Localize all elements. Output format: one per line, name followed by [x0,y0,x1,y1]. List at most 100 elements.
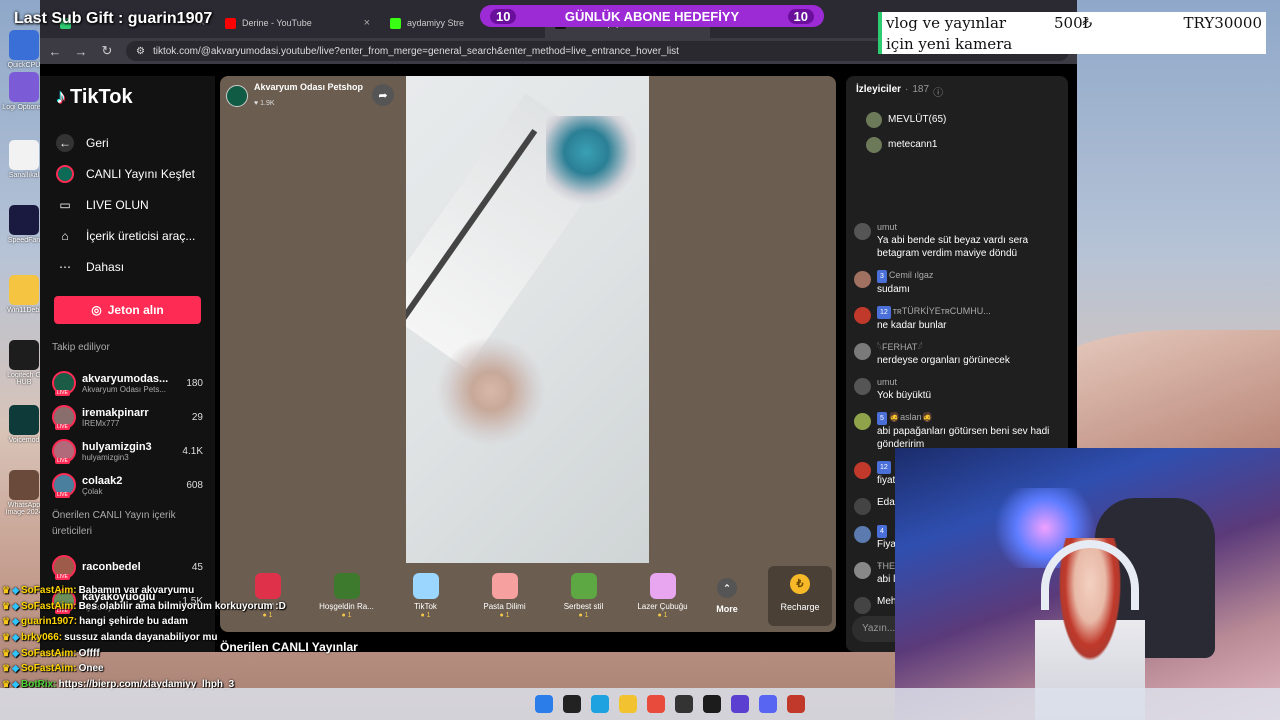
app-icon [9,470,39,500]
back-icon[interactable]: ← [48,44,62,59]
sidebar-nav-item[interactable]: ⌂ İçerik üreticisi araç... [52,220,203,251]
avatar[interactable] [52,371,76,396]
followed-account[interactable]: iremakpinarrİREMx777 29 [52,400,203,434]
taskbar-app-icon[interactable] [535,695,553,713]
gift-item[interactable]: Pasta Dilimi ● 1 [465,573,544,619]
tiktok-logo[interactable]: ♪ TikTok [56,86,203,109]
gift-item[interactable]: Serbest stil ● 1 [544,573,623,619]
followed-account[interactable]: raconbedel 45 [52,550,203,584]
gift-name: Lazer Çubuğu [637,602,688,611]
account-names: iremakpinarr İREMx777 [82,407,186,428]
overlay-chat-text: sussuz alanda dayanabiliyor mu [64,632,218,644]
tab-close-icon[interactable]: × [364,17,370,29]
chat-avatar [854,498,871,515]
last-sub-gift-overlay: Last Sub Gift : guarin1907 [14,10,213,27]
taskbar-app-icon[interactable] [619,695,637,713]
chat-avatar [854,597,871,614]
webcam-overlay [895,448,1280,720]
viewer-avatar [866,136,882,153]
taskbar-app-icon[interactable] [787,695,805,713]
gift-price: ● 1 [420,612,431,619]
viewer-count: 29 [191,411,203,423]
share-icon[interactable]: ➦ [372,84,394,106]
sidebar-nav-item[interactable]: ← Geri [52,127,203,158]
sidebar-nav-item[interactable]: ⋯ Dahası [52,251,203,282]
sidebar-nav-item[interactable]: ▭ LIVE OLUN [52,189,203,220]
viewer-row[interactable]: metecann1 [846,132,1068,157]
browser-tab[interactable]: Derine - YouTube × [215,8,380,38]
taskbar-app-icon[interactable] [731,695,749,713]
avatar[interactable] [52,439,76,464]
gift-icon [412,573,439,599]
overlay-chat-line: ♛ ◆ guarin1907: hangi şehirde bu adam [2,614,286,630]
level-badge: 4 [877,525,887,538]
taskbar-app-icon[interactable] [703,695,721,713]
gift-item[interactable]: Hoşgeldin Ra... ● 1 [307,573,386,619]
goal-target: 10 [787,8,814,24]
chat-message[interactable]: 5 🧔aslan🧔 abi papağanları götürsen beni se… [846,411,1068,451]
sidebar-nav-label: İçerik üreticisi araç... [86,228,196,243]
host-likes: ♥ 1.9K [254,100,275,107]
diamond-icon: ◆ [12,663,19,674]
coin-icon: ◎ [91,303,102,317]
taskbar-app-icon[interactable] [675,695,693,713]
info-icon[interactable]: ⓘ [933,84,943,99]
get-coins-button[interactable]: ◎ Jeton alın [54,296,201,324]
goal-box-line2: için yeni kamera [886,35,1013,53]
chat-message-body: 3 Cemil ılgaz sudamı [877,269,933,296]
chat-username-line: 3 Cemil ılgaz [877,269,933,283]
taskbar-app-icon[interactable] [759,695,777,713]
app-icon [9,275,39,305]
chat-message[interactable]: 3 Cemil ılgaz sudamı [846,269,1068,296]
url-text: tiktok.com/@akvaryumodasi.youtube/live?e… [152,45,679,57]
site-info-icon[interactable]: ⚙ [136,46,145,57]
viewer-row[interactable]: MEVLÜT(65) [846,107,1068,132]
host-info[interactable]: Akvaryum Odası Petshop ♥ 1.9K [226,82,363,110]
gift-item[interactable]: Lazer Çubuğu ● 1 [623,573,702,619]
taskbar-app-icon[interactable] [591,695,609,713]
chat-username-line: umut [877,221,1060,234]
host-avatar[interactable] [226,85,248,107]
chat-username-line: 12 ᴛʀTÜRKİYEᴛʀCUMHU... [877,305,991,319]
sidebar-nav-item[interactable]: CANLI Yayını Keşfet [52,158,203,189]
followed-account[interactable]: colaak2Çolak 608 [52,468,203,502]
overlay-chat-text: Bes olabilir ama bilmiyorum korkuyorum :… [78,600,286,612]
chat-message[interactable]: 𓆩FERHAT𓆪 nerdeyse organları görünecek [846,341,1068,367]
taskbar-app-icon[interactable] [647,695,665,713]
chat-text: Yok büyüktü [877,390,932,401]
crown-icon: ♛ [2,600,11,611]
recharge-button[interactable]: ₺ Recharge [768,566,832,626]
recharge-label: Recharge [780,602,820,612]
host-name: Akvaryum Odası Petshop [254,82,364,92]
video-frame[interactable] [406,76,649,563]
chat-message[interactable]: umut Ya abi bende süt beyaz vardı sera be… [846,221,1068,260]
live-stream-player[interactable]: Akvaryum Odası Petshop ♥ 1.9K ➦ Gül ● 1 Ho… [220,76,836,632]
avatar[interactable] [52,405,76,430]
crown-icon: ♛ [2,585,11,596]
chat-message-body: 𓆩FERHAT𓆪 nerdeyse organları görünecek [877,341,1010,367]
following-title: Takip ediliyor [52,342,110,353]
chat-message[interactable]: umut Yok büyüktü [846,376,1068,402]
gift-item[interactable]: TikTok ● 1 [386,573,465,619]
viewer-count: 4.1K [182,445,203,457]
followed-account[interactable]: akvaryumodas...Akvaryum Odası Pets... 180 [52,366,203,400]
app-icon [9,72,39,102]
chat-message[interactable]: 12 ᴛʀTÜRKİYEᴛʀCUMHU... ne kadar bunlar [846,305,1068,332]
followed-account[interactable]: hulyamizgin3hulyamizgin3 4.1K [52,434,203,468]
overlay-chat-name: brky066: [21,632,63,644]
reload-icon[interactable]: ↻ [100,43,114,59]
taskbar-app-icon[interactable] [563,695,581,713]
forward-icon[interactable]: → [74,44,88,59]
chat-message-body: 12 fiyat [877,460,895,487]
account-name: colaak2 [82,474,123,487]
chat-message-body: 5 🧔aslan🧔 abi papağanları götürsen beni se… [877,411,1060,451]
gift-icon [649,573,676,599]
chat-avatar [854,343,871,360]
chat-text: Ya abi bende süt beyaz vardı sera betagr… [877,235,1029,259]
gift-price: ● 1 [657,612,668,619]
avatar[interactable] [52,473,76,498]
avatar[interactable] [52,555,76,580]
recommended-lives-title: Önerilen CANLI Yayınlar [220,640,358,654]
more-gifts-button[interactable]: ⌃ More [702,578,752,614]
chat-username: umut [877,377,898,387]
